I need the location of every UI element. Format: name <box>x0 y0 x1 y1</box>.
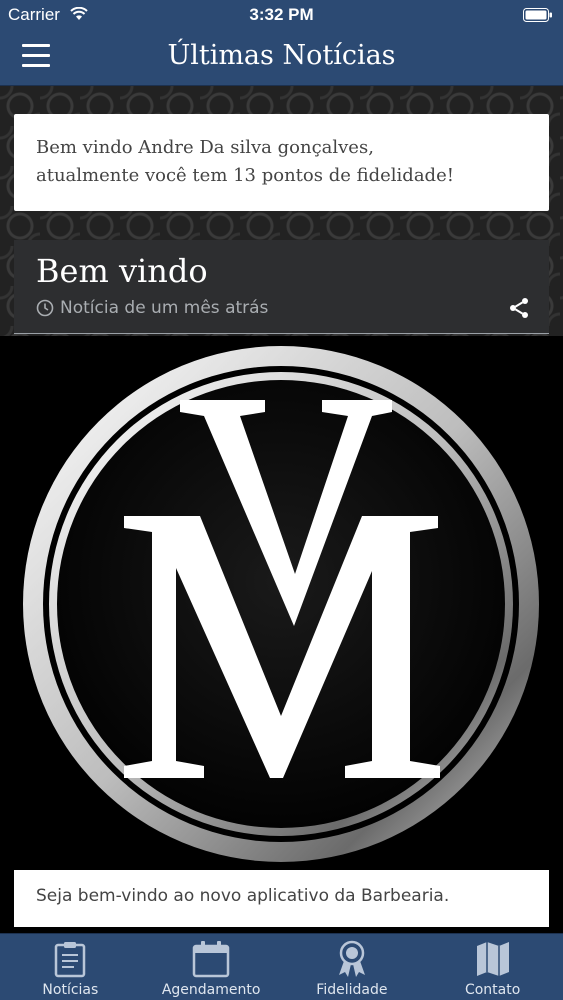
tab-agendamento[interactable]: Agendamento <box>141 934 282 1000</box>
bottom-tab-bar: Notícias Agendamento Fidelidade Contato <box>0 933 563 1000</box>
tab-agendamento-label: Agendamento <box>161 982 261 998</box>
tab-contato[interactable]: Contato <box>422 934 563 1000</box>
clock: 3:32 PM <box>249 5 314 24</box>
news-body-card[interactable]: Seja bem-vindo ao novo aplicativo da Bar… <box>14 870 549 927</box>
welcome-line-1: Bem vindo Andre Da silva gonçalves, <box>36 137 374 158</box>
welcome-line-2: atualmente você tem 13 pontos de fidelid… <box>36 165 454 186</box>
news-body-text: Seja bem-vindo ao novo aplicativo da Bar… <box>36 886 450 906</box>
top-nav-bar: Últimas Notícias <box>0 30 563 86</box>
tab-fidelidade[interactable]: Fidelidade <box>282 934 423 1000</box>
tab-noticias[interactable]: Notícias <box>0 934 141 1000</box>
status-bar: Carrier 3:32 PM <box>0 0 563 30</box>
clock-icon <box>36 299 54 317</box>
award-ribbon-icon <box>338 940 365 977</box>
calendar-icon <box>192 941 230 978</box>
news-card-header[interactable]: Bem vindo Notícia de um mês atrás <box>14 240 549 334</box>
news-image-vm-logo <box>0 336 563 869</box>
page-title: Últimas Notícias <box>167 40 396 71</box>
share-icon[interactable] <box>507 296 531 320</box>
tab-fidelidade-label: Fidelidade <box>316 982 388 998</box>
news-meta: Notícia de um mês atrás <box>36 298 268 318</box>
welcome-card: Bem vindo Andre Da silva gonçalves, atua… <box>14 114 549 211</box>
tab-noticias-label: Notícias <box>42 982 99 998</box>
map-icon <box>476 942 509 976</box>
battery-icon <box>523 7 553 27</box>
tab-contato-label: Contato <box>464 982 521 998</box>
clipboard-icon <box>55 942 86 978</box>
news-title: Bem vindo <box>36 252 208 290</box>
news-date: Notícia de um mês atrás <box>60 298 269 318</box>
